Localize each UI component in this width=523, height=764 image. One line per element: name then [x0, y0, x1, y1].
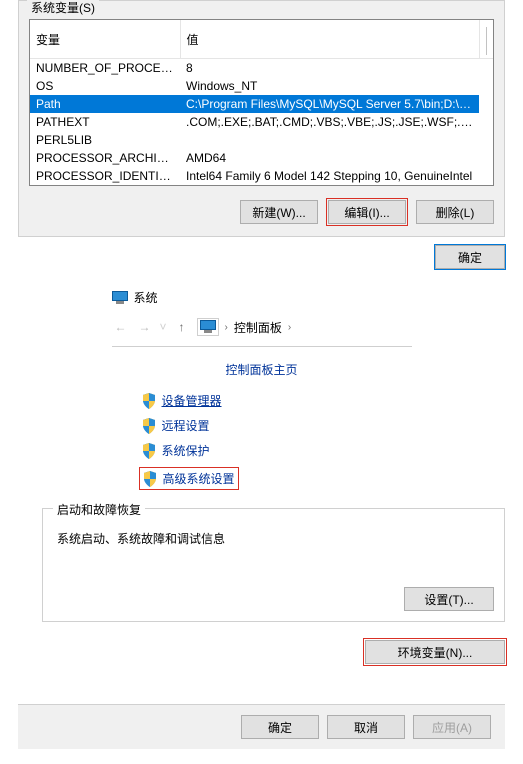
ok-button[interactable]: 确定 [241, 715, 319, 739]
system-variables-table-wrap: 变量 值 NUMBER_OF_PROCESSORS8OSWindows_NTPa… [29, 19, 494, 186]
var-name: PROCESSOR_IDENTIFIER [30, 167, 180, 185]
table-row[interactable]: PATHEXT.COM;.EXE;.BAT;.CMD;.VBS;.VBE;.JS… [30, 113, 493, 131]
table-row[interactable]: NUMBER_OF_PROCESSORS8 [30, 59, 493, 78]
environment-variables-button[interactable]: 环境变量(N)... [365, 640, 505, 664]
apply-button[interactable]: 应用(A) [413, 715, 491, 739]
settings-button[interactable]: 设置(T)... [404, 587, 494, 611]
col-header-name[interactable]: 变量 [30, 20, 180, 59]
table-row[interactable]: PathC:\Program Files\MySQL\MySQL Server … [30, 95, 493, 113]
path-system-icon [200, 320, 216, 334]
var-name: PROCESSOR_ARCHITECT... [30, 149, 180, 167]
var-value: AMD64 [180, 149, 479, 167]
var-name: OS [30, 77, 180, 95]
nav-forward-icon: → [136, 318, 154, 336]
table-row[interactable]: PROCESSOR_ARCHITECT...AMD64 [30, 149, 493, 167]
new-button[interactable]: 新建(W)... [240, 200, 318, 224]
delete-button[interactable]: 删除(L) [416, 200, 494, 224]
ok-button[interactable]: 确定 [435, 245, 505, 269]
shield-icon [142, 443, 156, 459]
dialog-button-row: 确定 取消 应用(A) [18, 704, 505, 749]
sidebar-link[interactable]: 设备管理器 [162, 392, 222, 409]
sidebar-link-item: 高级系统设置 [139, 467, 239, 490]
startup-recovery-group: 启动和故障恢复 系统启动、系统故障和调试信息 设置(T)... [42, 508, 505, 622]
system-variables-table[interactable]: 变量 值 NUMBER_OF_PROCESSORS8OSWindows_NTPa… [30, 20, 493, 185]
breadcrumb-item[interactable]: 控制面板 [234, 319, 282, 336]
table-row[interactable]: PERL5LIB [30, 131, 493, 149]
group-label: 启动和故障恢复 [53, 501, 145, 518]
col-header-value[interactable]: 值 [180, 20, 479, 59]
cancel-button[interactable]: 取消 [327, 715, 405, 739]
control-panel-section: 系统 ← → ˅ ↑ › 控制面板 › 控制面板主页 设备管理器远程设置系统保护… [112, 287, 412, 490]
var-value [180, 131, 479, 149]
group-label: 系统变量(S) [27, 0, 99, 16]
cp-title: 系统 [134, 289, 158, 306]
var-value: C:\Program Files\MySQL\MySQL Server 5.7\… [180, 95, 479, 113]
var-name: PERL5LIB [30, 131, 180, 149]
chevron-right-icon: › [225, 322, 228, 333]
system-icon [112, 291, 128, 305]
breadcrumb-path[interactable] [197, 318, 219, 336]
cp-home-label[interactable]: 控制面板主页 [112, 361, 412, 378]
scroll-thumb[interactable] [486, 27, 488, 55]
scrollbar[interactable] [479, 20, 493, 59]
var-name: NUMBER_OF_PROCESSORS [30, 59, 180, 78]
sidebar-link[interactable]: 系统保护 [162, 442, 210, 459]
chevron-right-icon: › [288, 322, 291, 333]
breadcrumb: ← → ˅ ↑ › 控制面板 › [112, 312, 412, 347]
shield-icon [142, 418, 156, 434]
startup-desc: 系统启动、系统故障和调试信息 [57, 530, 494, 547]
var-value: Windows_NT [180, 77, 479, 95]
table-row[interactable]: PROCESSOR_IDENTIFIERIntel64 Family 6 Mod… [30, 167, 493, 185]
sidebar-link-item: 远程设置 [142, 417, 412, 434]
nav-back-icon[interactable]: ← [112, 318, 130, 336]
nav-up-icon[interactable]: ↑ [173, 318, 191, 336]
system-variables-group: 系统变量(S) 变量 值 NUMBER_OF_PROCESSORS8OSWind… [18, 0, 505, 237]
link-list: 设备管理器远程设置系统保护高级系统设置 [112, 392, 412, 490]
var-value: .COM;.EXE;.BAT;.CMD;.VBS;.VBE;.JS;.JSE;.… [180, 113, 479, 131]
sidebar-link-item: 系统保护 [142, 442, 412, 459]
shield-icon [143, 471, 157, 487]
nav-dropdown-icon[interactable]: ˅ [160, 320, 167, 334]
var-name: Path [30, 95, 180, 113]
var-name: PATHEXT [30, 113, 180, 131]
sidebar-link[interactable]: 高级系统设置 [163, 470, 235, 487]
var-value: Intel64 Family 6 Model 142 Stepping 10, … [180, 167, 479, 185]
sidebar-link[interactable]: 远程设置 [162, 417, 210, 434]
table-row[interactable]: OSWindows_NT [30, 77, 493, 95]
shield-icon [142, 393, 156, 409]
var-value: 8 [180, 59, 479, 78]
sidebar-link-item: 设备管理器 [142, 392, 412, 409]
edit-button[interactable]: 编辑(I)... [328, 200, 406, 224]
cp-header: 系统 [112, 287, 412, 312]
